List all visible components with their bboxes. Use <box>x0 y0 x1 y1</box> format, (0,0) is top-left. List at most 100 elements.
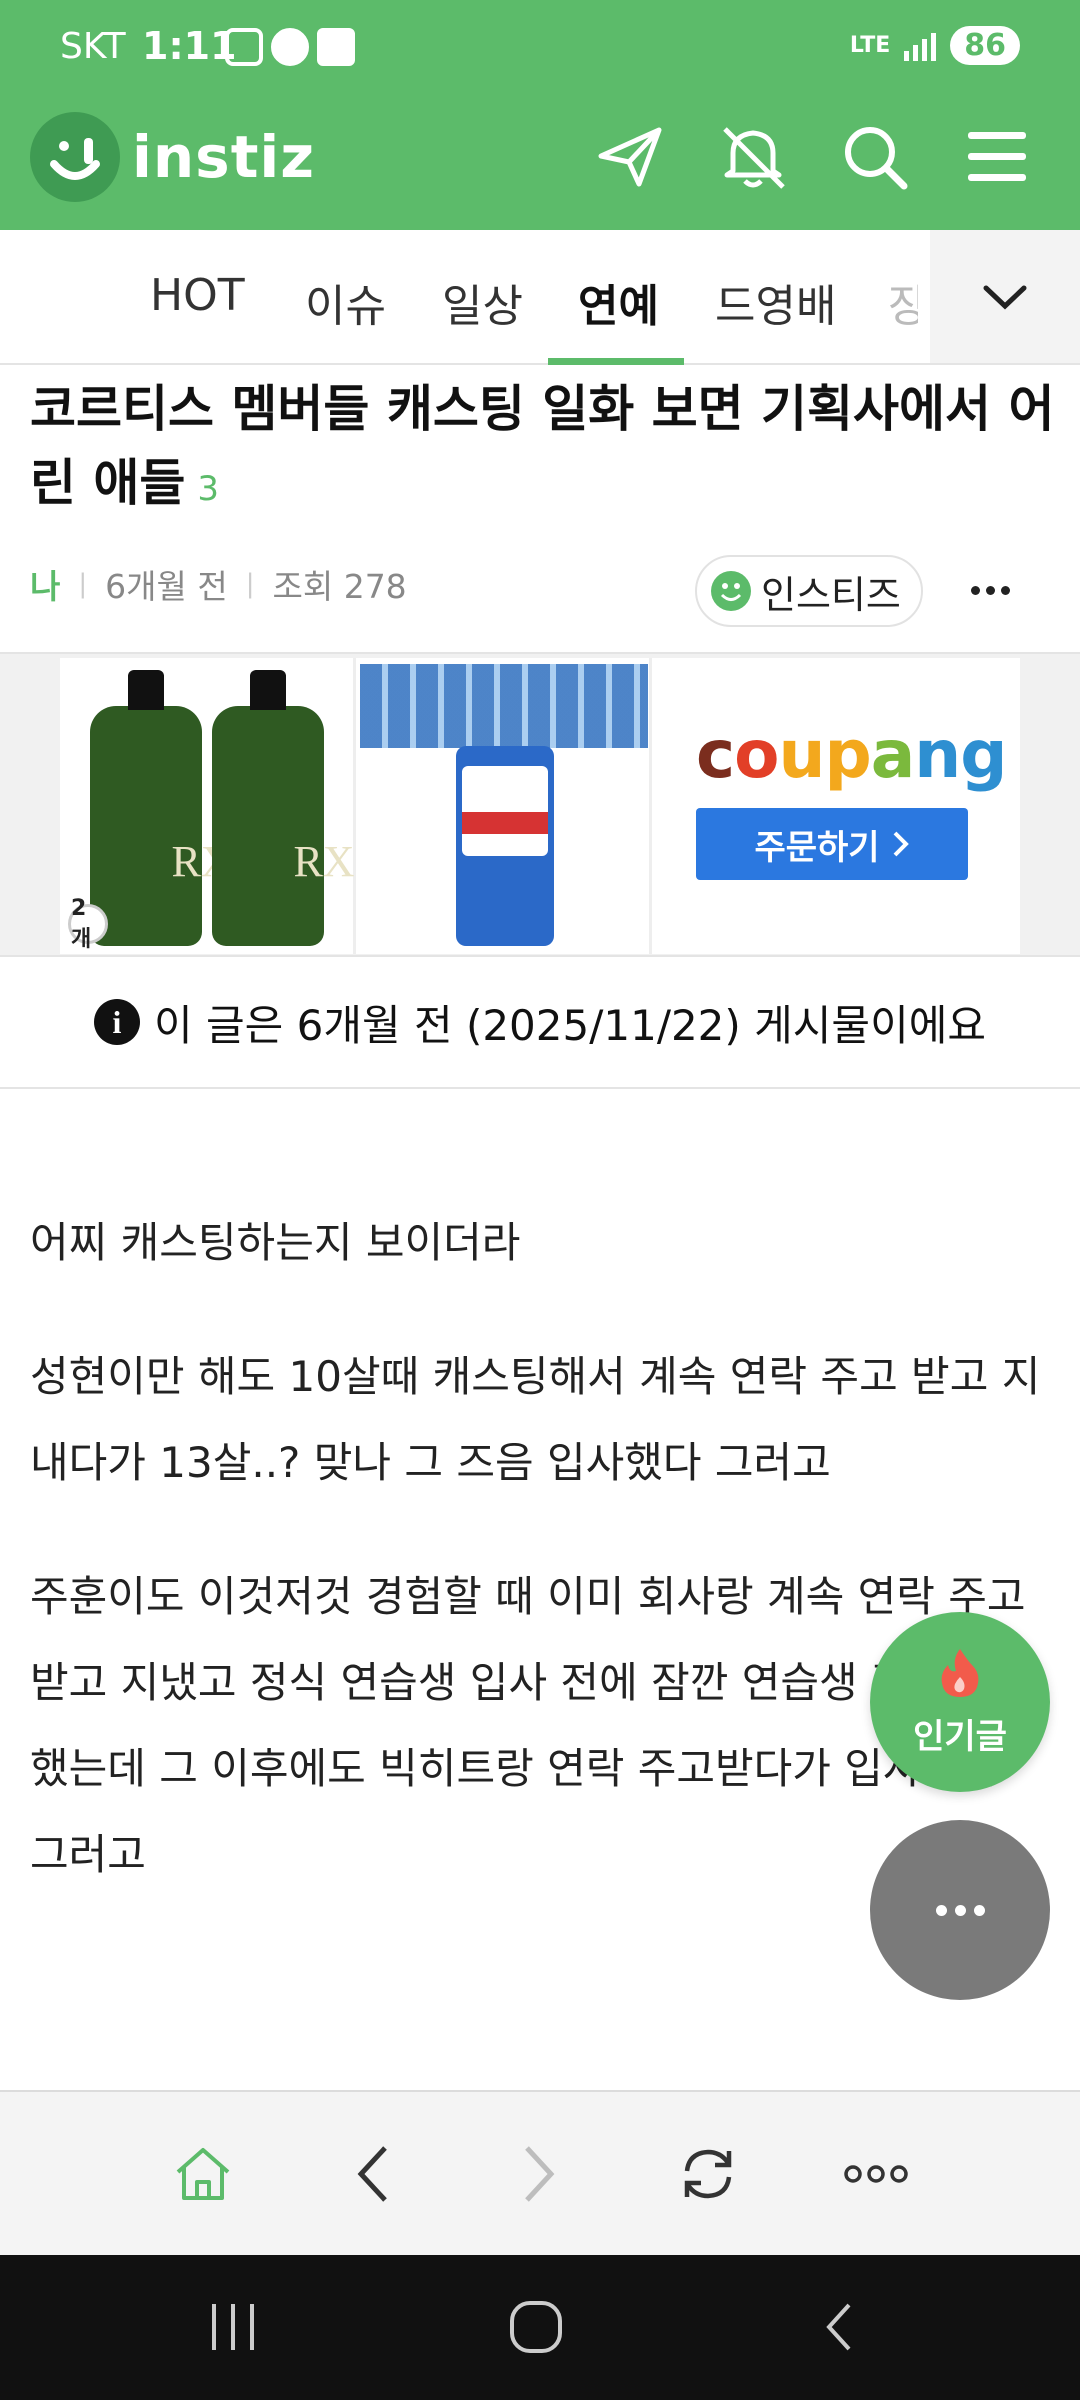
order-button[interactable]: 주문하기 <box>696 808 968 880</box>
meta-divider: | <box>245 569 255 599</box>
send-icon <box>598 127 662 187</box>
battery-indicator: 86 <box>950 26 1020 65</box>
article-body: 어찌 캐스팅하는지 보이더라 성현이만 해도 10살때 캐스팅해서 계속 연락 … <box>30 1200 1050 1946</box>
notice-text: 이 글은 6개월 전 (2025/11/22) 게시물이에요 <box>153 1000 986 1050</box>
status-right: LTE 86 <box>850 26 1020 65</box>
bottle-image: RX <box>90 670 233 946</box>
chevron-down-icon <box>983 285 1027 309</box>
board-chip[interactable]: 인스티즈 <box>695 555 923 627</box>
can-label <box>462 766 548 856</box>
category-tabs: HOT 이슈 일상 연예 드영배 장 <box>0 230 1080 365</box>
refresh-button[interactable] <box>668 2134 748 2214</box>
search-button[interactable] <box>830 112 920 202</box>
app-header: instiz <box>0 100 1080 230</box>
ad-product-shampoo[interactable]: RX RX 2개 <box>60 658 356 954</box>
menu-button[interactable] <box>952 112 1042 202</box>
back-nav-button[interactable] <box>799 2287 879 2367</box>
home-circle-icon <box>510 2301 562 2353</box>
logo-letter: n <box>914 716 961 793</box>
more-horizontal-icon <box>844 2165 908 2183</box>
notification-icons <box>225 28 355 66</box>
quantity-badge: 2개 <box>68 896 108 952</box>
bottle-image: RX <box>212 670 355 946</box>
signal-icon <box>904 31 937 61</box>
can-stripe <box>462 812 548 834</box>
order-button-label: 주문하기 <box>754 827 880 868</box>
refresh-icon <box>684 2149 732 2199</box>
recent-apps-icon <box>212 2304 254 2350</box>
browser-more-button[interactable] <box>836 2134 916 2214</box>
forward-button[interactable] <box>499 2134 579 2214</box>
article-title-text: 코르티스 멤버들 캐스팅 일화 보면 기획사에서 어린 애들 <box>30 380 1055 512</box>
more-dot <box>985 585 995 595</box>
status-time: 1:11 <box>142 24 237 68</box>
tab-entertainment[interactable]: 연예 <box>578 270 659 334</box>
body-paragraph: 성현이만 해도 10살때 캐스팅해서 계속 연락 주고 받고 지내다가 13살.… <box>30 1352 1041 1487</box>
coupang-logo: coupang <box>696 716 1008 793</box>
back-button[interactable] <box>333 2134 413 2214</box>
logo-letter: p <box>824 716 871 793</box>
body-paragraph: 어찌 캐스팅하는지 보이더라 <box>30 1218 521 1267</box>
ad-content[interactable]: RX RX 2개 coupang 주문하기 <box>60 658 1020 954</box>
send-button[interactable] <box>585 112 675 202</box>
popular-posts-label: 인기글 <box>913 1716 1007 1757</box>
old-post-notice: i 이 글은 6개월 전 (2025/11/22) 게시물이에요 <box>0 957 1080 1089</box>
coupang-ad[interactable]: coupang 주문하기 <box>652 658 1020 954</box>
view-count: 조회 278 <box>272 567 407 606</box>
pump-cap <box>128 670 164 710</box>
popular-posts-button[interactable]: 인기글 <box>870 1612 1050 1792</box>
article-meta: 나 | 6개월 전 | 조회 278 <box>30 560 407 608</box>
more-dot <box>970 585 980 595</box>
ad-banner[interactable]: RX RX 2개 coupang 주문하기 <box>0 652 1080 957</box>
status-bar: SKT 1:11 LTE 86 <box>0 0 1080 100</box>
network-type: LTE <box>849 32 891 58</box>
logo-letter: c <box>696 716 735 793</box>
smile-logo-icon <box>30 112 120 202</box>
chevron-left-icon <box>357 2146 387 2202</box>
home-nav-button[interactable] <box>496 2287 576 2367</box>
chevron-right-icon <box>893 831 909 857</box>
map-app-icon <box>317 28 355 66</box>
article-options-button[interactable] <box>960 560 1020 620</box>
pump-cap <box>250 670 286 710</box>
recent-apps-button[interactable] <box>193 2287 273 2367</box>
logo-letter: o <box>734 716 779 793</box>
logo-letter: u <box>778 716 825 793</box>
search-icon <box>845 127 908 190</box>
cans-image <box>360 664 648 748</box>
board-name: 인스티즈 <box>761 572 901 617</box>
back-arrow-icon <box>826 2303 851 2351</box>
floating-more-button[interactable] <box>870 1820 1050 2000</box>
logo-letter: g <box>960 716 1007 793</box>
site-logo[interactable]: instiz <box>30 112 315 202</box>
system-navigation-bar <box>0 2255 1080 2400</box>
chevron-right-icon <box>525 2146 555 2202</box>
comment-count[interactable]: 3 <box>197 469 219 509</box>
author-name[interactable]: 나 <box>30 560 60 608</box>
info-icon: i <box>93 999 140 1045</box>
more-dot <box>954 1904 966 1916</box>
app-topbar: SKT 1:11 LTE 86 instiz <box>0 0 1080 230</box>
logo-letter: a <box>870 716 916 793</box>
tabs-expand-button[interactable] <box>930 230 1080 363</box>
meta-divider: | <box>78 569 88 599</box>
active-tab-indicator <box>548 358 684 365</box>
tab-partial[interactable]: 장 <box>888 270 918 334</box>
ad-product-drink[interactable] <box>356 658 652 954</box>
notifications-button[interactable] <box>708 112 798 202</box>
tab-issue[interactable]: 이슈 <box>305 270 386 334</box>
message-icon <box>271 28 309 66</box>
home-button[interactable] <box>163 2134 243 2214</box>
tab-daily[interactable]: 일상 <box>442 270 523 334</box>
screenshot-icon <box>225 28 263 66</box>
can-image <box>456 746 554 946</box>
browser-toolbar <box>0 2090 1080 2255</box>
post-time: 6개월 전 <box>105 567 228 606</box>
smile-icon <box>711 571 751 611</box>
menu-icon <box>968 132 1026 181</box>
more-dot <box>973 1904 985 1916</box>
tab-drama-movie[interactable]: 드영배 <box>715 270 836 334</box>
tab-hot[interactable]: HOT <box>150 270 245 321</box>
article-title: 코르티스 멤버들 캐스팅 일화 보면 기획사에서 어린 애들 3 <box>30 372 1060 526</box>
more-dot <box>1000 585 1010 595</box>
